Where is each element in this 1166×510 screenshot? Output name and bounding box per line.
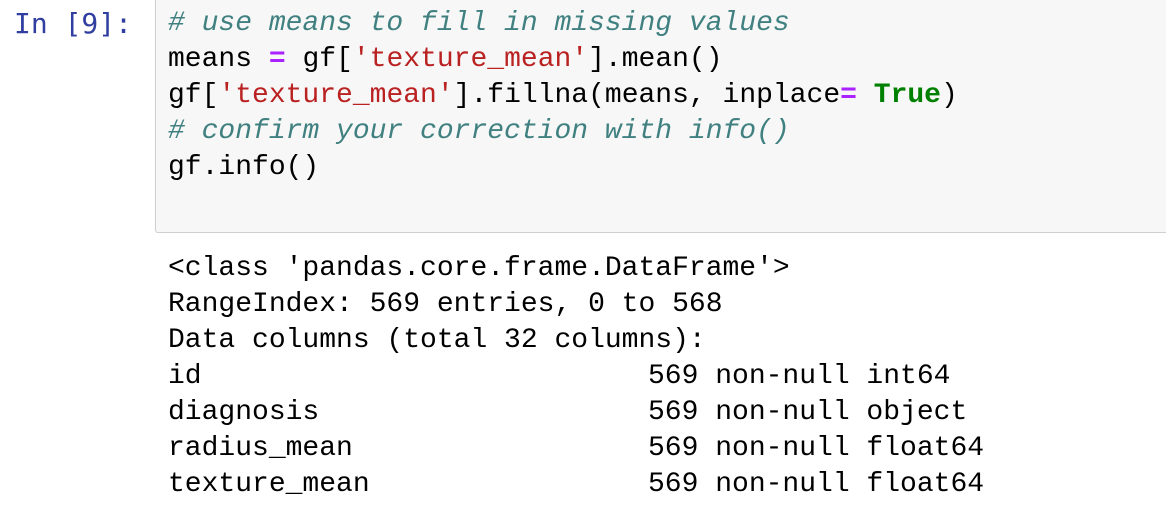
column-info-row: id 569 non-null int64 <box>168 359 950 395</box>
column-name: radius_mean <box>168 433 353 464</box>
code-line: # use means to fill in missing values <box>168 6 958 42</box>
column-name: texture_mean <box>168 469 370 500</box>
code-token: = <box>840 80 857 111</box>
code-editor[interactable]: # use means to fill in missing values mea… <box>168 6 958 186</box>
cell-output: <class 'pandas.core.frame.DataFrame'> Ran… <box>168 251 984 503</box>
output-line: RangeIndex: 569 entries, 0 to 568 <box>168 289 723 320</box>
code-token: # use means to fill in missing values <box>168 8 790 39</box>
code-token: = <box>268 44 286 75</box>
code-token: 'texture_mean' <box>352 44 589 75</box>
output-line: Data columns (total 32 columns): <box>168 325 706 356</box>
column-info-row: texture_mean 569 non-null float64 <box>168 467 984 503</box>
column-name: id <box>168 361 202 392</box>
column-info-row: diagnosis 569 non-null object <box>168 395 967 431</box>
code-token: ].mean() <box>588 44 723 75</box>
code-line: means = gf['texture_mean'].mean() <box>168 42 958 78</box>
column-dtype-info: 569 non-null int64 <box>648 361 951 392</box>
code-token: True <box>873 80 941 111</box>
column-name: diagnosis <box>168 397 320 428</box>
code-token: ].fillna(means, inplace <box>453 80 841 111</box>
code-token: 'texture_mean' <box>218 80 454 111</box>
code-line: gf.info() <box>168 150 958 186</box>
code-token: ) <box>940 80 958 111</box>
column-dtype-info: 569 non-null float64 <box>648 433 985 464</box>
code-token: gf.info() <box>168 152 320 183</box>
column-dtype-info: 569 non-null object <box>648 397 968 428</box>
code-line: gf['texture_mean'].fillna(means, inplace… <box>168 78 958 114</box>
code-token: gf[ <box>285 44 353 75</box>
code-token: # confirm your correction with info() <box>168 116 790 147</box>
column-info-row: radius_mean 569 non-null float64 <box>168 431 984 467</box>
cell-prompt: In [9]: <box>14 7 133 40</box>
output-line: <class 'pandas.core.frame.DataFrame'> <box>168 253 790 284</box>
code-token: means <box>168 44 269 75</box>
code-token: gf[ <box>168 80 219 111</box>
code-line: # confirm your correction with info() <box>168 114 958 150</box>
column-dtype-info: 569 non-null float64 <box>648 469 985 500</box>
